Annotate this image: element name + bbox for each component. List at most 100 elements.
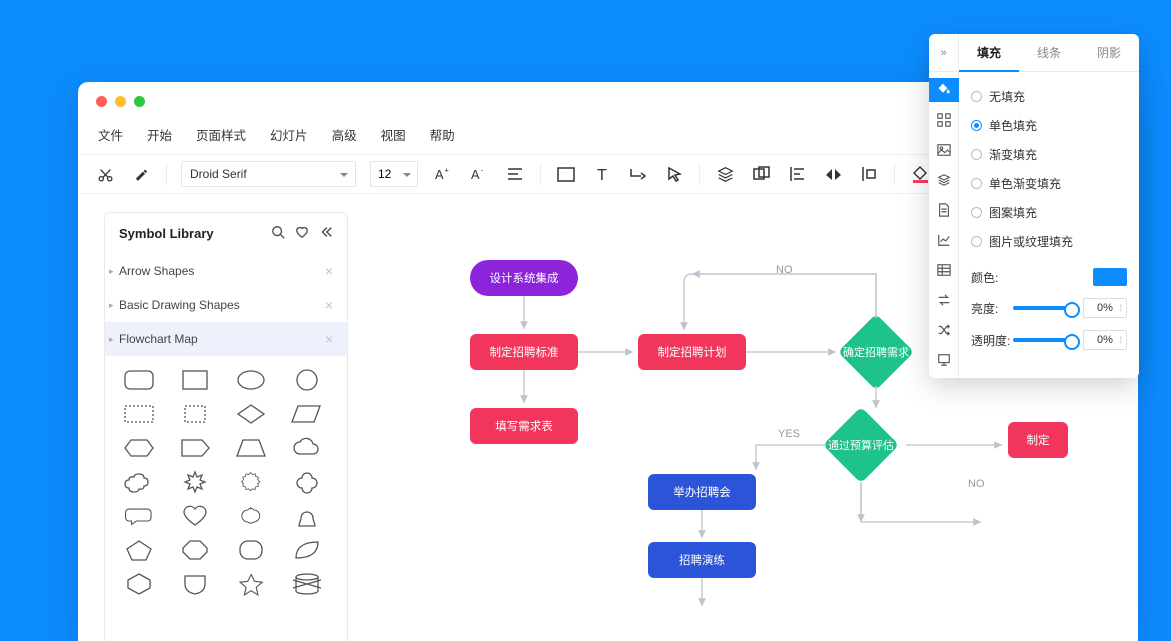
- flow-node[interactable]: 举办招聘会: [648, 474, 756, 510]
- flow-node[interactable]: 制定招聘计划: [638, 334, 746, 370]
- close-icon[interactable]: ×: [325, 297, 333, 313]
- shape-leaf[interactable]: [291, 538, 323, 562]
- shape-rect[interactable]: [179, 368, 211, 392]
- shape-thought[interactable]: [123, 470, 155, 494]
- format-painter-icon[interactable]: [130, 163, 152, 185]
- close-icon[interactable]: ×: [325, 331, 333, 347]
- flow-node[interactable]: 制定: [1008, 422, 1068, 458]
- fill-option-solid-gradient[interactable]: 单色渐变填充: [971, 169, 1127, 198]
- fill-tool-icon[interactable]: [929, 78, 959, 102]
- shape-octagon[interactable]: [179, 538, 211, 562]
- font-decrease-icon[interactable]: A-: [468, 163, 490, 185]
- font-family-select[interactable]: Droid Serif: [181, 161, 356, 187]
- presentation-tool-icon[interactable]: [929, 348, 959, 372]
- shape-round-square[interactable]: [235, 538, 267, 562]
- shape-pentagon[interactable]: [123, 538, 155, 562]
- category-basic-shapes[interactable]: Basic Drawing Shapes×: [105, 288, 347, 322]
- menu-start[interactable]: 开始: [147, 125, 172, 144]
- text-tool-icon[interactable]: T: [591, 163, 613, 185]
- shape-burst[interactable]: [179, 470, 211, 494]
- rectangle-tool-icon[interactable]: [555, 163, 577, 185]
- group-icon[interactable]: [750, 163, 772, 185]
- menu-file[interactable]: 文件: [98, 125, 123, 144]
- table-tool-icon[interactable]: [929, 258, 959, 282]
- pointer-tool-icon[interactable]: [663, 163, 685, 185]
- fill-color-icon[interactable]: [909, 163, 931, 185]
- fill-option-pattern[interactable]: 图案填充: [971, 198, 1127, 227]
- shuffle-tool-icon[interactable]: [929, 318, 959, 342]
- document-tool-icon[interactable]: [929, 198, 959, 222]
- fill-option-solid[interactable]: 单色填充: [971, 111, 1127, 140]
- flow-node[interactable]: 填写需求表: [470, 408, 578, 444]
- category-flowchart[interactable]: Flowchart Map×: [105, 322, 347, 356]
- favorite-icon[interactable]: [295, 225, 309, 242]
- shape-parallelogram[interactable]: [291, 402, 323, 426]
- shape-head[interactable]: [291, 504, 323, 528]
- shape-shield[interactable]: [179, 572, 211, 596]
- menu-advanced[interactable]: 高级: [332, 125, 357, 144]
- flip-icon[interactable]: [822, 163, 844, 185]
- layers-icon[interactable]: [714, 163, 736, 185]
- chart-tool-icon[interactable]: [929, 228, 959, 252]
- svg-text:+: +: [445, 166, 449, 174]
- shape-pentagon-h[interactable]: [179, 436, 211, 460]
- shape-speech[interactable]: [123, 504, 155, 528]
- shape-rounded-rect[interactable]: [123, 368, 155, 392]
- layer-tool-icon[interactable]: [929, 168, 959, 192]
- shape-flower[interactable]: [291, 470, 323, 494]
- font-increase-icon[interactable]: A+: [432, 163, 454, 185]
- collapse-icon[interactable]: [319, 225, 333, 242]
- cut-icon[interactable]: [94, 163, 116, 185]
- brightness-value[interactable]: 0%: [1083, 298, 1127, 318]
- shape-seal[interactable]: [235, 470, 267, 494]
- collapse-props-icon[interactable]: »: [929, 34, 959, 71]
- connector-tool-icon[interactable]: [627, 163, 649, 185]
- shape-hex2[interactable]: [123, 572, 155, 596]
- menu-slides[interactable]: 幻灯片: [270, 125, 308, 144]
- shape-ellipse[interactable]: [235, 368, 267, 392]
- shape-circle[interactable]: [291, 368, 323, 392]
- category-arrow-shapes[interactable]: Arrow Shapes×: [105, 254, 347, 288]
- shape-dashed-rect[interactable]: [123, 402, 155, 426]
- flow-decision[interactable]: 通过预算评估: [823, 407, 899, 483]
- shape-star[interactable]: [235, 572, 267, 596]
- opacity-slider[interactable]: [1013, 338, 1075, 342]
- flow-node[interactable]: 招聘演练: [648, 542, 756, 578]
- properties-panel: » 填充 线条 阴影 无填充 单色填充 渐变填充 单色渐变填充 图案填充 图片或…: [929, 34, 1139, 378]
- flow-node[interactable]: 制定招聘标准: [470, 334, 578, 370]
- distribute-icon[interactable]: [858, 163, 880, 185]
- flow-node-start[interactable]: 设计系统集成: [470, 260, 578, 296]
- close-window-button[interactable]: [96, 96, 107, 107]
- shape-heart[interactable]: [179, 504, 211, 528]
- color-swatch[interactable]: [1093, 268, 1127, 286]
- close-icon[interactable]: ×: [325, 263, 333, 279]
- fill-option-image[interactable]: 图片或纹理填充: [971, 227, 1127, 256]
- menu-view[interactable]: 视图: [381, 125, 406, 144]
- swap-tool-icon[interactable]: [929, 288, 959, 312]
- search-icon[interactable]: [271, 225, 285, 242]
- shape-dashed-square[interactable]: [179, 402, 211, 426]
- shape-diamond[interactable]: [235, 402, 267, 426]
- brightness-slider[interactable]: [1013, 306, 1075, 310]
- fill-option-gradient[interactable]: 渐变填充: [971, 140, 1127, 169]
- align-icon[interactable]: [504, 163, 526, 185]
- image-tool-icon[interactable]: [929, 138, 959, 162]
- shape-cloud[interactable]: [291, 436, 323, 460]
- flow-decision[interactable]: 确定招聘需求: [838, 314, 914, 390]
- tab-shadow[interactable]: 阴影: [1079, 34, 1139, 71]
- opacity-value[interactable]: 0%: [1083, 330, 1127, 350]
- shape-apple[interactable]: [235, 504, 267, 528]
- shape-hexagon[interactable]: [123, 436, 155, 460]
- font-size-select[interactable]: 12: [370, 161, 418, 187]
- grid-tool-icon[interactable]: [929, 108, 959, 132]
- tab-fill[interactable]: 填充: [959, 34, 1019, 71]
- shape-cylinder[interactable]: [291, 572, 323, 596]
- tab-line[interactable]: 线条: [1019, 34, 1079, 71]
- align-left-icon[interactable]: [786, 163, 808, 185]
- menu-help[interactable]: 帮助: [430, 125, 455, 144]
- menu-page-style[interactable]: 页面样式: [196, 125, 246, 144]
- shape-trapezoid[interactable]: [235, 436, 267, 460]
- minimize-window-button[interactable]: [115, 96, 126, 107]
- fill-option-none[interactable]: 无填充: [971, 82, 1127, 111]
- maximize-window-button[interactable]: [134, 96, 145, 107]
